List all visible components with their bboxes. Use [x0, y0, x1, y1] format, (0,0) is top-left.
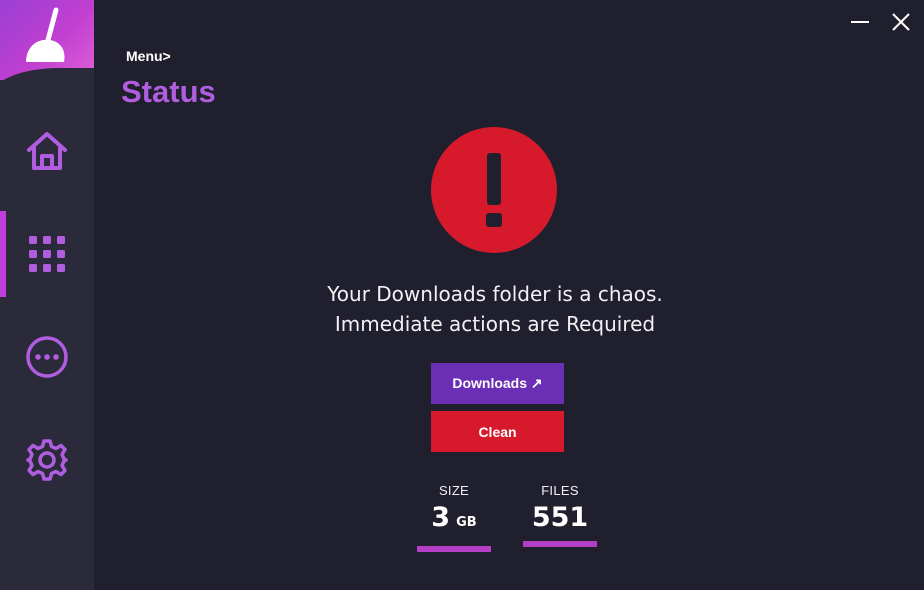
more-icon: [26, 336, 68, 378]
size-stat: SIZE 3 GB: [417, 483, 491, 552]
minimize-icon: [851, 21, 869, 23]
files-value: 551: [531, 502, 589, 533]
status-message-line1: Your Downloads folder is a chaos.: [327, 282, 663, 306]
size-value-wrap: 3 GB: [417, 501, 491, 540]
sidebar-item-home[interactable]: [0, 108, 94, 194]
size-value: 3: [431, 502, 451, 533]
status-message: Your Downloads folder is a chaos. Immedi…: [290, 279, 700, 339]
close-icon: [892, 13, 910, 31]
sidebar-item-menu[interactable]: [0, 211, 94, 297]
app-logo: [0, 0, 94, 80]
close-button[interactable]: [887, 8, 915, 36]
minimize-button[interactable]: [846, 8, 874, 36]
broom-icon: [26, 7, 65, 62]
downloads-button[interactable]: Downloads ↗: [431, 363, 564, 404]
size-underline: [417, 546, 491, 552]
app-window: Menu> Status Your Downloads folder is a …: [0, 0, 924, 590]
exclamation-icon: [431, 127, 557, 253]
files-stat: FILES 551: [523, 483, 597, 547]
sidebar-item-settings[interactable]: [0, 417, 94, 503]
breadcrumb[interactable]: Menu>: [126, 48, 171, 64]
exclamation-dot: [486, 213, 502, 227]
files-underline: [523, 541, 597, 547]
sidebar: [0, 0, 94, 590]
exclamation-bar: [487, 153, 501, 205]
status-message-line2: Immediate actions are Required: [334, 312, 656, 336]
grid-icon: [29, 236, 65, 272]
page-title: Status: [121, 74, 216, 109]
files-label: FILES: [541, 483, 579, 498]
home-icon: [27, 132, 67, 170]
size-unit: GB: [456, 515, 477, 530]
sidebar-item-more[interactable]: [0, 314, 94, 400]
gear-icon: [26, 439, 68, 481]
size-label: SIZE: [438, 483, 470, 498]
clean-button[interactable]: Clean: [431, 411, 564, 452]
